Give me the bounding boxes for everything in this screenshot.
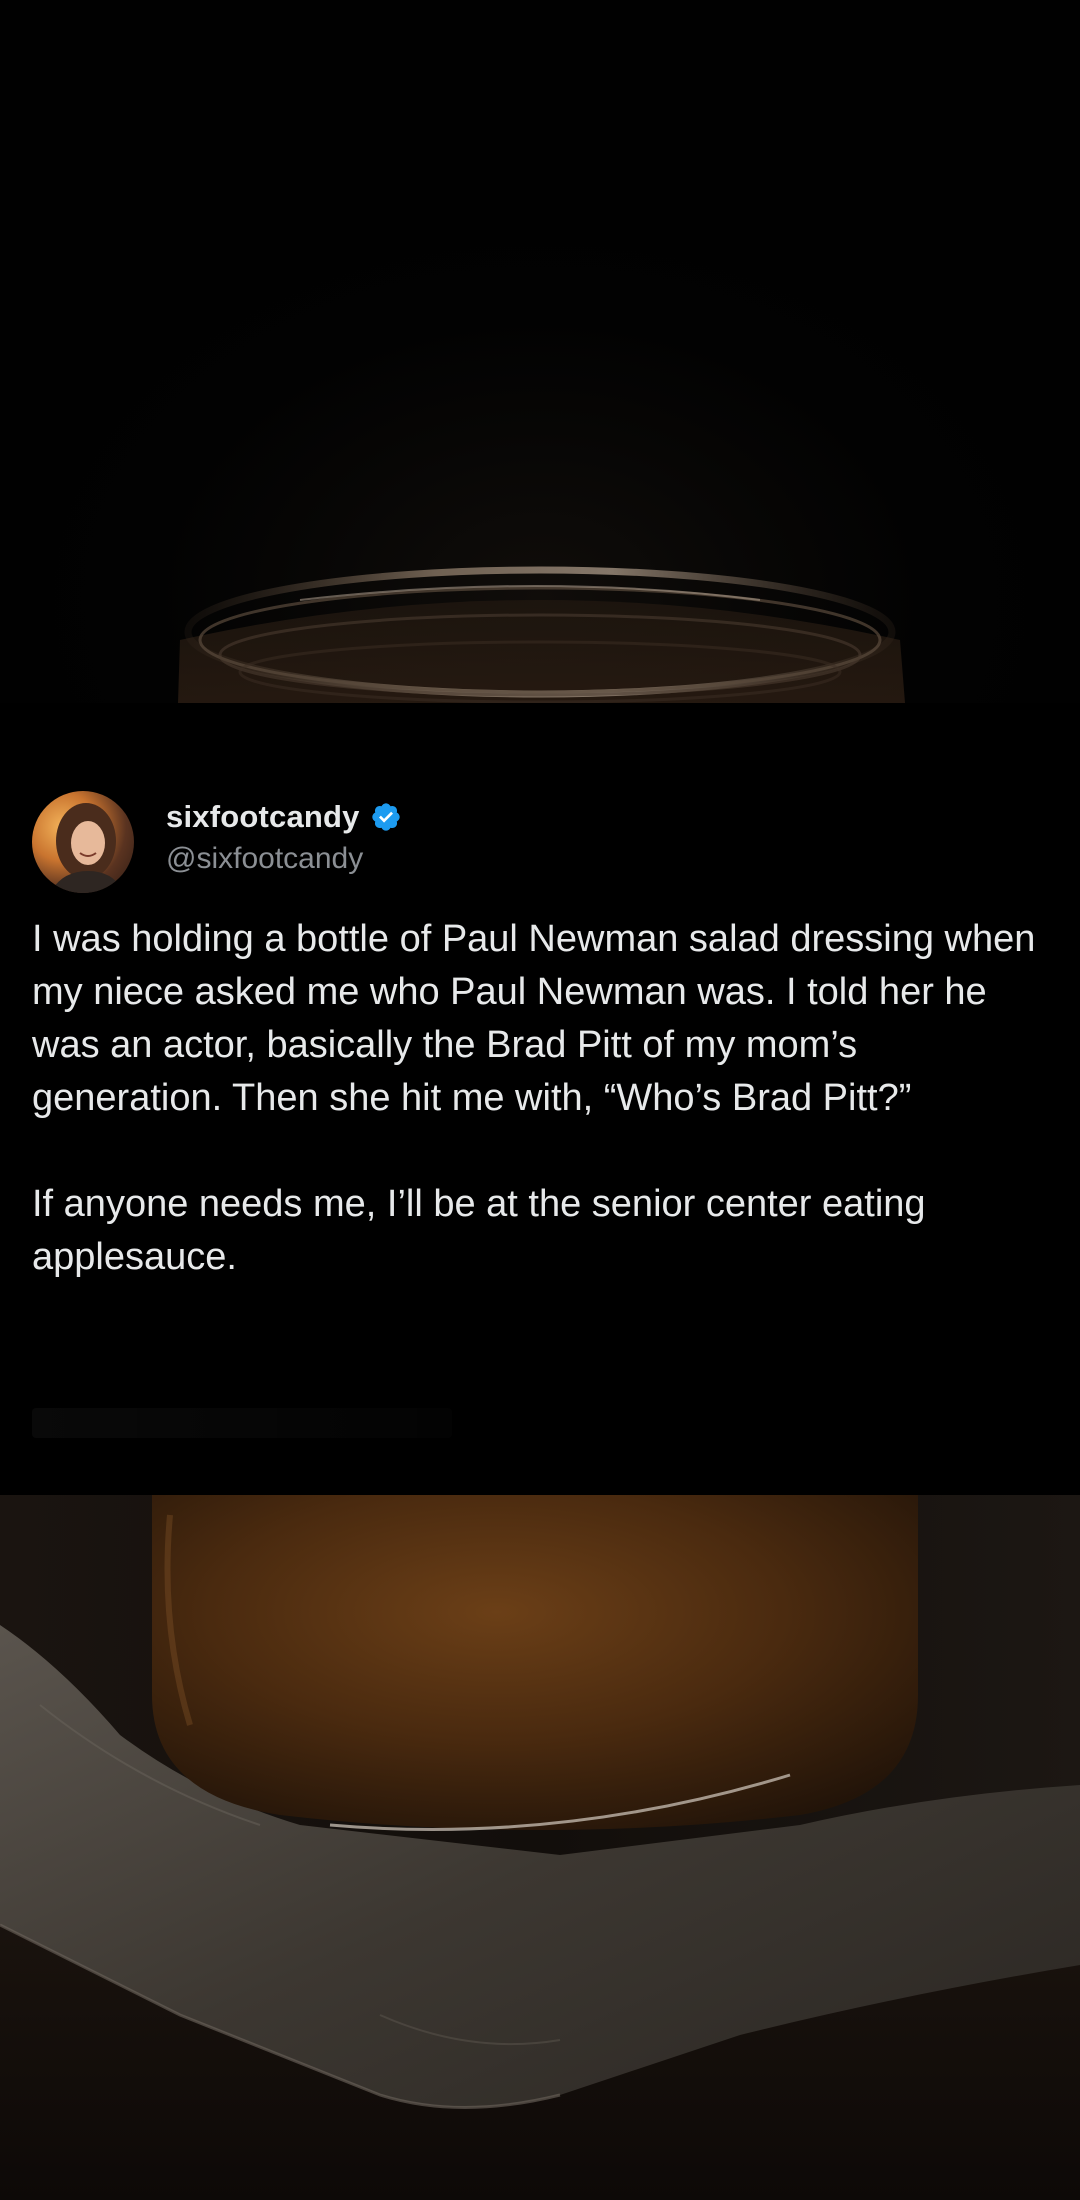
display-name[interactable]: sixfootcandy (166, 799, 360, 835)
display-name-row: sixfootcandy (166, 795, 402, 839)
user-handle[interactable]: @sixfootcandy (166, 839, 402, 879)
author-info: sixfootcandy @sixfootcandy (166, 795, 402, 879)
avatar[interactable] (32, 791, 134, 893)
faded-timestamp (32, 1408, 452, 1438)
tweet-paragraph-2: If anyone needs me, I’ll be at the senio… (32, 1183, 926, 1278)
tweet-text: I was holding a bottle of Paul Newman sa… (32, 913, 1052, 1284)
verified-badge-icon (370, 801, 402, 833)
bottom-photo-jar-on-towel (0, 1495, 1080, 2200)
top-photo-jar-rim (0, 0, 1080, 703)
post-image: sixfootcandy @sixfootcandy I was holding… (0, 0, 1080, 2200)
tweet-card: sixfootcandy @sixfootcandy I was holding… (0, 703, 1080, 1495)
tweet-paragraph-1: I was holding a bottle of Paul Newman sa… (32, 918, 1036, 1119)
